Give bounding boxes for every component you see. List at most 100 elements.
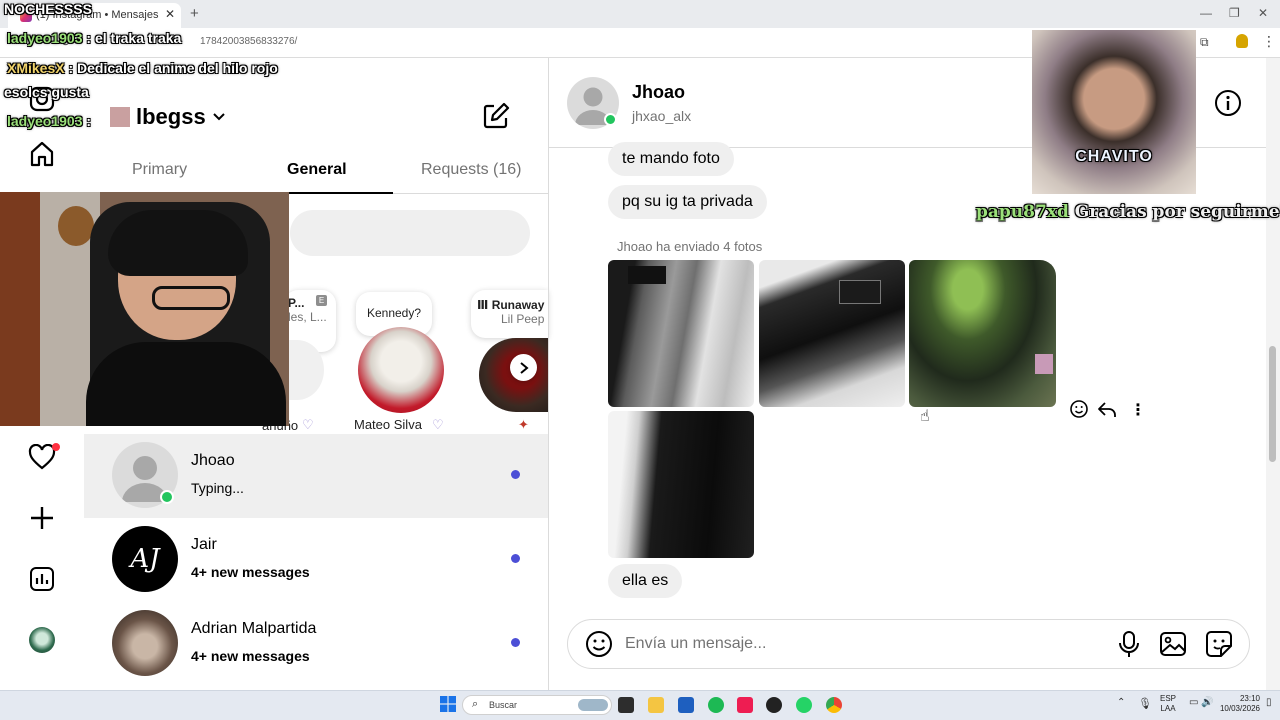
gallery-icon[interactable] bbox=[1159, 630, 1187, 663]
photo-overlay bbox=[628, 266, 666, 284]
clock[interactable]: 23:10 10/03/2026 bbox=[1220, 694, 1260, 714]
chat-message: : el traka traka bbox=[86, 30, 182, 46]
chat-username: ladyeo1903 bbox=[7, 30, 83, 46]
unread-dot bbox=[511, 638, 520, 647]
conversation-info-icon[interactable] bbox=[1214, 89, 1242, 122]
home-icon[interactable] bbox=[27, 139, 57, 169]
chevron-right-icon bbox=[519, 361, 529, 374]
account-avatar bbox=[110, 107, 130, 127]
browser-menu-icon[interactable]: ⋮ bbox=[1262, 33, 1276, 50]
lang-line-1: ESP bbox=[1160, 694, 1177, 703]
tab-requests[interactable]: Requests (16) bbox=[421, 161, 522, 179]
windows-start-icon[interactable] bbox=[440, 696, 456, 717]
conversation-row[interactable]: Jhoao Typing... bbox=[84, 434, 548, 518]
obs-icon[interactable] bbox=[766, 697, 782, 713]
search-highlight-icon bbox=[578, 699, 608, 711]
message-bubble[interactable]: pq su ig ta privada bbox=[608, 185, 767, 219]
song-title: Runaway bbox=[491, 298, 545, 312]
song-artist: Lil Peep bbox=[501, 312, 545, 326]
tiktok-icon[interactable] bbox=[737, 697, 753, 713]
url-text[interactable]: 17842003856833276/ bbox=[200, 36, 297, 47]
hand-cursor-icon: ☝ bbox=[920, 408, 930, 425]
clock-time: 23:10 bbox=[1239, 694, 1260, 703]
message-bubble[interactable]: te mando foto bbox=[608, 142, 734, 176]
new-tab-icon[interactable]: + bbox=[190, 5, 199, 22]
close-tab-icon[interactable]: ✕ bbox=[165, 7, 175, 21]
profile-icon[interactable] bbox=[1236, 34, 1248, 48]
chavito-sticker-overlay: CHAVITO bbox=[1032, 30, 1196, 194]
reply-icon[interactable] bbox=[1097, 399, 1117, 424]
chavito-caption: CHAVITO bbox=[1075, 148, 1153, 165]
profile-avatar[interactable] bbox=[27, 625, 57, 655]
store-icon[interactable] bbox=[678, 697, 694, 713]
webcam-glasses bbox=[152, 286, 230, 310]
create-plus-icon[interactable] bbox=[27, 503, 57, 533]
photo-thumbnail[interactable] bbox=[608, 260, 754, 407]
note-emoji-icon: ✦ bbox=[518, 417, 529, 432]
react-emoji-icon[interactable] bbox=[1069, 399, 1089, 424]
conversation-row[interactable]: AJ Jair 4+ new messages bbox=[84, 518, 548, 602]
search-input[interactable] bbox=[290, 210, 530, 256]
tab-general[interactable]: General bbox=[287, 161, 347, 179]
sticker-icon[interactable] bbox=[1205, 630, 1233, 663]
close-window-icon[interactable]: ✕ bbox=[1258, 6, 1268, 20]
tray-chevron-up-icon[interactable]: ⌃ bbox=[1117, 697, 1125, 708]
windows-taskbar bbox=[0, 690, 1280, 720]
chat-message: : bbox=[86, 113, 92, 129]
tab-primary[interactable]: Primary bbox=[132, 161, 187, 179]
file-explorer-icon[interactable] bbox=[648, 697, 664, 713]
whatsapp-icon[interactable] bbox=[796, 697, 812, 713]
message-bubble[interactable]: ella es bbox=[608, 564, 683, 598]
emoji-picker-icon[interactable] bbox=[585, 630, 613, 663]
webcam-hair bbox=[108, 210, 248, 276]
taskbar-search[interactable]: ⌕ Buscar bbox=[462, 695, 612, 715]
unread-dot bbox=[511, 554, 520, 563]
scrollbar-thumb[interactable] bbox=[1269, 346, 1276, 462]
extensions-icon[interactable]: ⧉ bbox=[1200, 35, 1209, 50]
conversation-status: Typing... bbox=[191, 480, 244, 496]
account-switcher[interactable]: lbegss bbox=[110, 104, 226, 130]
language-indicator[interactable]: ESP LAA bbox=[1160, 694, 1176, 714]
maximize-icon[interactable]: ❐ bbox=[1229, 6, 1240, 20]
conversation-row[interactable]: Adrian Malpartida 4+ new messages bbox=[84, 602, 548, 686]
message-input[interactable]: Envía un mensaje... bbox=[625, 635, 766, 653]
photo-thumbnail[interactable] bbox=[909, 260, 1056, 407]
taskbar-search-placeholder: Buscar bbox=[489, 700, 518, 710]
new-message-icon[interactable] bbox=[482, 102, 510, 135]
photo-thumbnail[interactable] bbox=[608, 411, 754, 558]
notification-center-icon[interactable]: ▯ bbox=[1266, 697, 1272, 708]
notes-next-button[interactable] bbox=[510, 354, 537, 381]
follower-message: Gracias por seguirme!! bbox=[1074, 202, 1280, 222]
photo-overlay bbox=[839, 280, 881, 304]
clock-date: 10/03/2026 bbox=[1219, 704, 1260, 713]
chrome-icon[interactable] bbox=[826, 697, 842, 713]
inbox-tabs: Primary General Requests (16) bbox=[84, 156, 548, 194]
conversation-avatar bbox=[112, 610, 178, 676]
microphone-icon[interactable] bbox=[1117, 630, 1141, 663]
photo-thumbnail[interactable] bbox=[759, 260, 905, 407]
chat-contact-name[interactable]: Jhoao bbox=[632, 82, 685, 103]
conversation-avatar: AJ bbox=[112, 526, 178, 592]
chevron-down-icon bbox=[212, 113, 225, 121]
conversation-status: 4+ new messages bbox=[191, 564, 310, 580]
note-avatar-2[interactable] bbox=[358, 327, 444, 413]
minimize-icon[interactable]: — bbox=[1200, 6, 1212, 20]
more-options-icon[interactable]: ⋮ bbox=[1130, 400, 1146, 420]
task-view-icon[interactable] bbox=[618, 697, 634, 713]
verified-heart-icon: ♡ bbox=[302, 417, 314, 432]
online-indicator bbox=[160, 490, 174, 504]
network-volume-icon[interactable]: ▭ 🔊 bbox=[1189, 697, 1214, 708]
note-bubble-3[interactable]: Ⅲ Runaway Lil Peep bbox=[471, 290, 548, 338]
spotify-icon[interactable] bbox=[708, 697, 724, 713]
chat-message: : Dedicale el anime del hilo rojo bbox=[68, 60, 278, 76]
notifications-heart-icon[interactable] bbox=[27, 442, 60, 472]
lang-line-2: LAA bbox=[1160, 704, 1176, 713]
music-note-icon: Ⅲ bbox=[477, 298, 492, 312]
photo-overlay bbox=[1035, 354, 1053, 374]
dashboard-chart-icon[interactable] bbox=[27, 564, 57, 594]
tray-microphone-icon[interactable]: 🎙 bbox=[1138, 697, 1152, 710]
follower-username: papu87xd bbox=[976, 202, 1069, 222]
explicit-badge: E bbox=[316, 295, 327, 306]
panel-divider bbox=[548, 58, 549, 690]
chavito-image bbox=[1032, 30, 1196, 194]
